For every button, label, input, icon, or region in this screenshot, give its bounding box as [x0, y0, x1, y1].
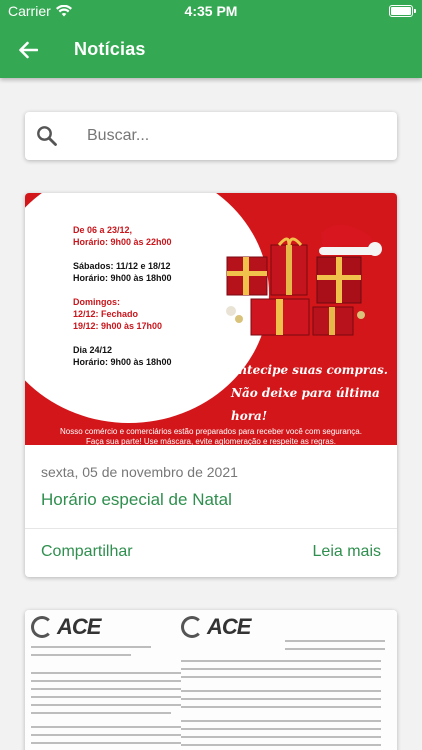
page-title: Notícias: [74, 39, 146, 59]
ace-logo: ACE: [31, 614, 101, 640]
search-input[interactable]: [87, 112, 383, 160]
card-divider: [25, 528, 397, 529]
image-hours-text: De 06 a 23/12, Horário: 9h00 às 22h00 Sá…: [73, 225, 172, 367]
search-bar[interactable]: [25, 112, 397, 160]
document-page-left: ACE: [25, 610, 185, 750]
document-page-right: ACE: [175, 610, 397, 750]
battery-icon: [389, 5, 416, 17]
news-image[interactable]: ACE ACE: [25, 610, 397, 750]
ace-logo: ACE: [181, 614, 251, 640]
search-icon: [37, 126, 57, 146]
arrow-left-icon: [19, 41, 38, 59]
app-header: Carrier 4:35 PM Notícias: [0, 0, 422, 78]
clock: 4:35 PM: [184, 3, 238, 19]
image-slogan: Antecipe suas compras. Não deixe para úl…: [229, 363, 388, 423]
status-bar: Carrier 4:35 PM: [0, 0, 422, 24]
back-button[interactable]: [14, 36, 42, 64]
christmas-gifts-illustration: [226, 224, 382, 336]
news-date: sexta, 05 de novembro de 2021: [41, 464, 238, 480]
news-card: De 06 a 23/12, Horário: 9h00 às 22h00 Sá…: [25, 193, 397, 577]
read-more-button[interactable]: Leia mais: [313, 543, 381, 561]
image-footer-note: Nosso comércio e comerciários estão prep…: [60, 427, 362, 445]
news-title[interactable]: Horário especial de Natal: [41, 490, 232, 510]
news-image[interactable]: De 06 a 23/12, Horário: 9h00 às 22h00 Sá…: [25, 193, 397, 445]
news-card: ACE ACE: [25, 610, 397, 750]
share-button[interactable]: Compartilhar: [41, 543, 133, 561]
